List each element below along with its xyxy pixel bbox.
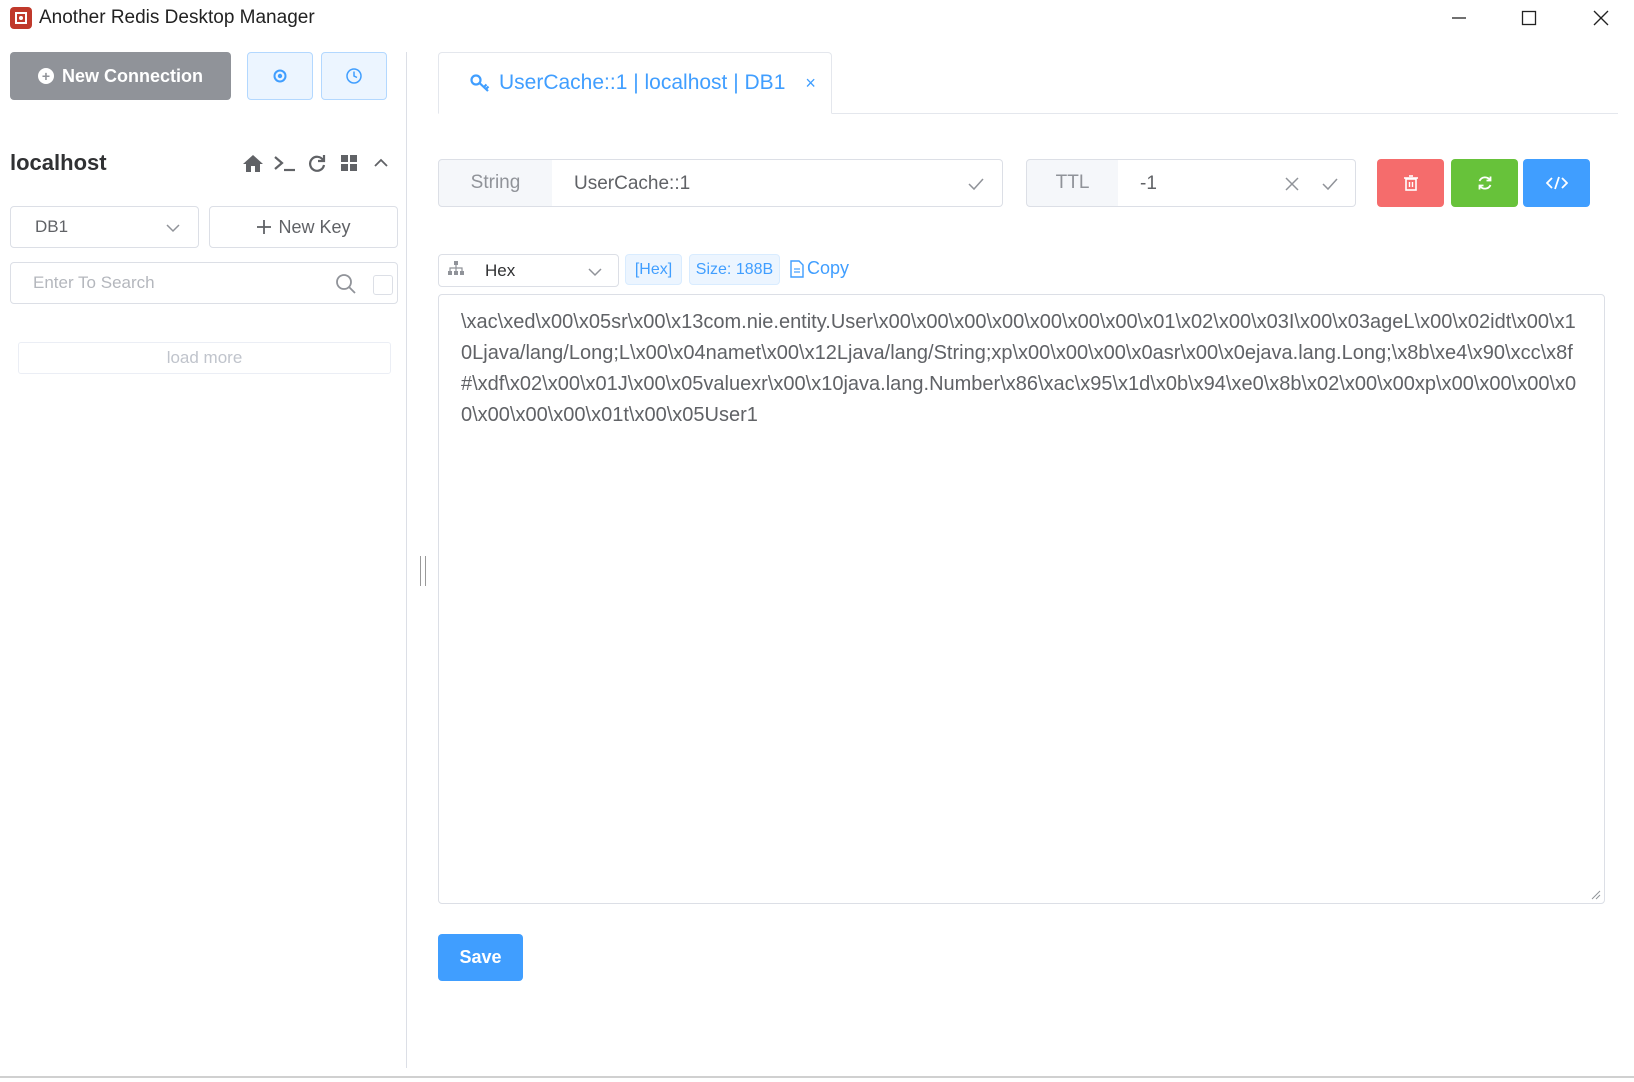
key-name-input[interactable]: UserCache::1: [552, 159, 1003, 207]
tree-icon: [447, 260, 465, 281]
grid-icon[interactable]: [336, 150, 362, 176]
trash-icon: [1403, 175, 1418, 191]
redis-logo-icon: [10, 7, 32, 29]
plus-circle-icon: +: [37, 68, 54, 84]
format-select-value: Hex: [485, 260, 516, 280]
maximize-button[interactable]: [1504, 0, 1554, 36]
settings-button[interactable]: [247, 52, 313, 100]
key-name-value: UserCache::1: [574, 173, 691, 194]
search-box: [10, 262, 398, 304]
plus-icon: [257, 220, 272, 234]
tab-bar: UserCache::1 | localhost | DB1 ×: [438, 52, 1618, 114]
chevron-down-icon: [586, 263, 604, 286]
new-connection-button[interactable]: + New Connection: [10, 52, 231, 100]
format-select[interactable]: Hex: [438, 254, 619, 287]
command-log-button[interactable]: [321, 52, 387, 100]
chevron-up-icon[interactable]: [368, 150, 394, 176]
ttl-value: -1: [1140, 173, 1157, 194]
chevron-down-icon: [164, 219, 182, 242]
load-more-button[interactable]: load more: [18, 342, 391, 374]
refresh-key-button[interactable]: [1451, 159, 1518, 207]
title-bar: Another Redis Desktop Manager: [0, 0, 1634, 36]
clear-icon[interactable]: [1282, 174, 1302, 199]
close-window-button[interactable]: [1576, 0, 1626, 36]
refresh-icon: [1478, 176, 1491, 190]
dump-command-button[interactable]: [1523, 159, 1590, 207]
delete-key-button[interactable]: [1377, 159, 1444, 207]
copy-label: Copy: [807, 258, 850, 278]
size-tag: Size: 188B: [689, 254, 780, 285]
gear-icon: [273, 69, 287, 83]
search-input[interactable]: [33, 271, 313, 295]
key-icon: [470, 74, 490, 92]
search-icon[interactable]: [335, 273, 357, 300]
clock-icon: [346, 68, 362, 84]
code-icon: [1545, 176, 1568, 190]
copy-button[interactable]: Copy: [789, 258, 849, 279]
tab-label: UserCache::1 | localhost | DB1: [499, 71, 786, 94]
home-icon[interactable]: [240, 150, 266, 176]
refresh-icon[interactable]: [304, 150, 330, 176]
value-content[interactable]: \xac\xed\x00\x05sr\x00\x13com.nie.entity…: [461, 307, 1581, 431]
value-editor[interactable]: \xac\xed\x00\x05sr\x00\x13com.nie.entity…: [438, 294, 1605, 904]
maximize-icon: [1521, 10, 1537, 26]
hex-tag: [Hex]: [625, 254, 682, 285]
new-connection-label: New Connection: [61, 65, 203, 86]
connection-name[interactable]: localhost: [10, 150, 107, 176]
key-type-label: String: [438, 159, 553, 207]
terminal-icon[interactable]: [272, 150, 298, 176]
save-button[interactable]: Save: [438, 934, 523, 981]
panel-resize-handle[interactable]: [420, 556, 426, 586]
connection-toolbar: [240, 150, 394, 176]
check-icon[interactable]: [1320, 174, 1340, 199]
new-key-label: New Key: [278, 216, 351, 237]
close-icon: [1593, 10, 1609, 26]
ttl-input[interactable]: -1: [1118, 159, 1356, 207]
document-icon: [790, 259, 804, 278]
minimize-button[interactable]: [1434, 0, 1484, 36]
ttl-label: TTL: [1026, 159, 1119, 207]
panel-divider: [406, 52, 407, 1068]
new-key-button[interactable]: New Key: [209, 206, 398, 248]
exact-search-checkbox[interactable]: [373, 275, 393, 295]
db-select[interactable]: DB1: [10, 206, 199, 248]
resize-grip-icon[interactable]: [1589, 888, 1601, 900]
db-select-value: DB1: [35, 217, 69, 236]
minimize-icon: [1452, 17, 1466, 19]
window-title: Another Redis Desktop Manager: [39, 7, 315, 28]
tab-close-icon[interactable]: ×: [805, 73, 816, 94]
check-icon[interactable]: [966, 174, 986, 199]
tab-usercache[interactable]: UserCache::1 | localhost | DB1 ×: [438, 52, 832, 114]
window-bottom-border: [0, 1076, 1634, 1078]
